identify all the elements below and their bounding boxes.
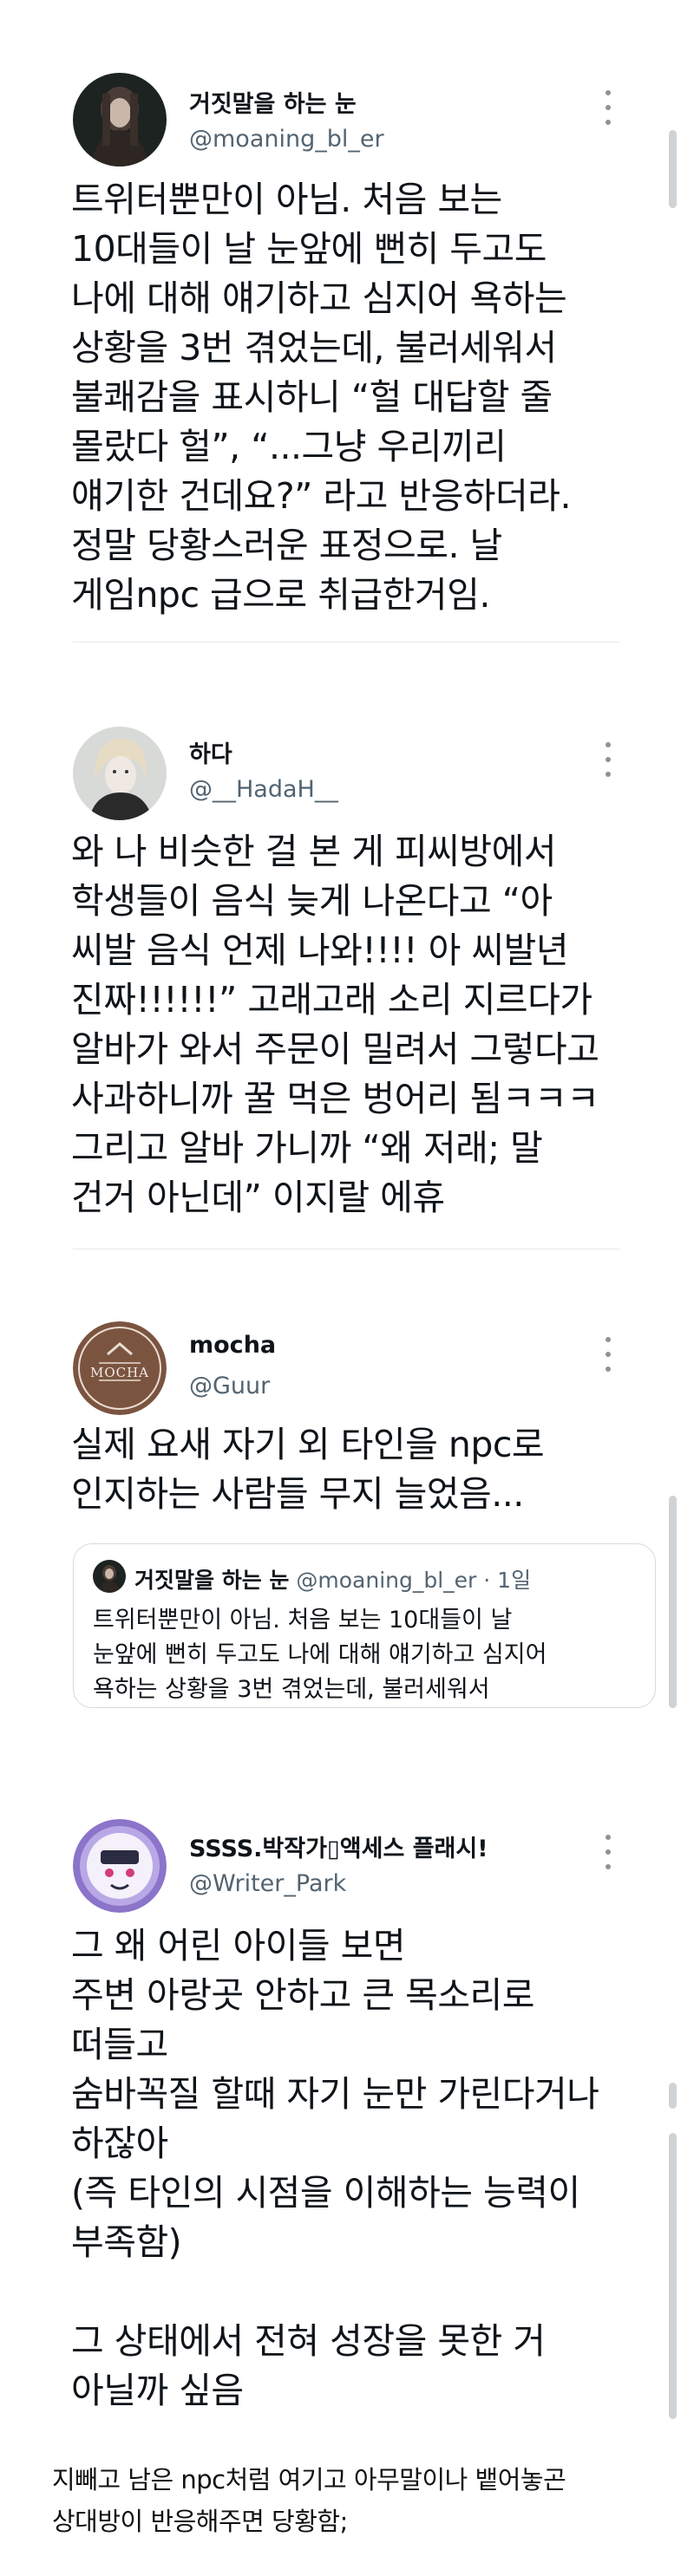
avatar[interactable] [73, 727, 167, 820]
avatar[interactable]: MOCHA [73, 1321, 167, 1415]
scrollbar[interactable] [669, 130, 677, 208]
tweet-1: 거짓말을 하는 눈 @moaning_bl_er 트위터뿐만이 아님. 처음 보… [0, 0, 694, 659]
tweet-text: 와 나 비슷한 걸 본 게 피씨방에서 학생들이 음식 늦게 나온다고 “아 씨… [71, 831, 599, 1218]
caption-text: 지빼고 남은 npc처럼 여기고 아무말이나 뱉어놓곤 상대방이 반응해주면 당… [52, 2465, 566, 2536]
tweet-text: 실제 요새 자기 외 타인을 npc로 인지하는 사람들 무지 늘었음... [71, 1424, 545, 1515]
avatar[interactable] [73, 73, 167, 166]
display-name[interactable]: mocha [189, 1332, 276, 1359]
quoted-tweet[interactable]: 거짓말을 하는 눈 @moaning_bl_er · 1일 트위터뿐만이 아님.… [73, 1543, 656, 1708]
display-name[interactable]: 거짓말을 하는 눈 [189, 85, 357, 119]
more-options-icon[interactable] [602, 742, 614, 777]
tweet-2: 하다 @__HadaH__ 와 나 비슷한 걸 본 게 피씨방에서 학생들이 음… [0, 659, 694, 1283]
tweet-4: SSSS.박작가▯액세스 플래시! @Writer_Park 그 왜 어린 아이… [0, 1769, 694, 2428]
tweet-text: 트위터뿐만이 아님. 처음 보는 10대들이 날 눈앞에 뻔히 두고도 나에 대… [71, 179, 572, 616]
tweet-3: MOCHA mocha @Guur 실제 요새 자기 외 타인을 npc로 인지… [0, 1283, 694, 1769]
user-handle[interactable]: @Guur [189, 1373, 270, 1399]
more-options-icon[interactable] [602, 1337, 614, 1372]
tweet-text: 그 왜 어린 아이들 보면 주변 아랑곳 안하고 큰 목소리로 떠들고 숨바꼭질… [71, 1925, 599, 2411]
quoted-handle: @moaning_bl_er · 1일 [296, 1568, 532, 1593]
user-handle[interactable]: @moaning_bl_er [189, 126, 384, 153]
quoted-name: 거짓말을 하는 눈 [134, 1568, 290, 1593]
quoted-avatar [93, 1560, 126, 1593]
avatar[interactable] [73, 1819, 167, 1913]
quoted-header: 거짓말을 하는 눈 @moaning_bl_er · 1일 [134, 1563, 531, 1595]
scrollbar[interactable] [669, 2133, 677, 2419]
quoted-text: 트위터뿐만이 아님. 처음 보는 10대들이 날 눈앞에 뻔히 두고도 나에 대… [93, 1607, 547, 1703]
display-name[interactable]: 하다 [189, 735, 232, 769]
user-handle[interactable]: @Writer_Park [189, 1870, 346, 1897]
display-name[interactable]: SSSS.박작가▯액세스 플래시! [189, 1829, 488, 1863]
scrollbar[interactable] [669, 1496, 677, 1708]
more-options-icon[interactable] [602, 90, 614, 125]
scrollbar[interactable] [669, 2083, 677, 2109]
more-options-icon[interactable] [602, 1835, 614, 1869]
user-handle[interactable]: @__HadaH__ [189, 776, 338, 803]
mocha-logo-text: MOCHA [90, 1365, 149, 1380]
